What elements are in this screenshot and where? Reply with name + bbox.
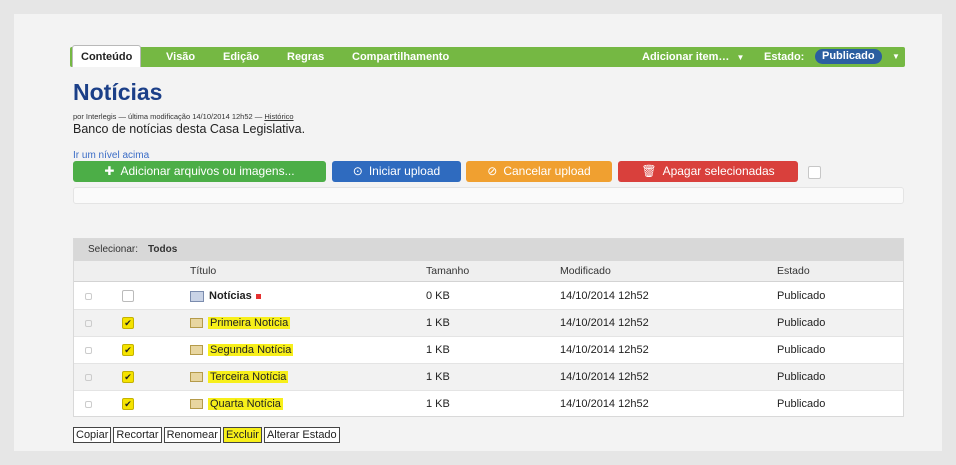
cancel-upload-button[interactable]: ⊘ Cancelar upload	[466, 161, 612, 182]
status-marker-icon	[255, 293, 261, 299]
state-label: Estado:	[764, 51, 805, 63]
start-upload-button[interactable]: ⊙ Iniciar upload	[332, 161, 461, 182]
file-table: Selecionar: Todos Título Tamanho Modific…	[73, 238, 904, 417]
select-all-link[interactable]: Todos	[148, 239, 177, 261]
row-title-text: Notícias	[209, 290, 252, 302]
page-title: Notícias	[73, 79, 163, 105]
cancel-icon: ⊘	[487, 164, 498, 178]
drag-handle-icon[interactable]	[85, 374, 92, 381]
state-chevron-icon[interactable]: ▼	[892, 47, 900, 67]
toolbar: Conteúdo Visão Edição Regras Compartilha…	[70, 45, 905, 67]
row-modified: 14/10/2014 12h52	[560, 290, 649, 302]
trash-icon: 🗑	[641, 164, 657, 178]
row-state: Publicado	[777, 398, 826, 410]
plus-icon: ✚	[104, 164, 115, 178]
start-upload-label: Iniciar upload	[368, 164, 441, 178]
byline: por Interlegis — última modificação 14/1…	[73, 112, 294, 121]
cancel-upload-label: Cancelar upload	[503, 164, 591, 178]
upload-icon: ⊙	[352, 164, 363, 178]
drag-handle-icon[interactable]	[85, 347, 92, 354]
change-state-button[interactable]: Alterar Estado	[263, 427, 340, 443]
row-size: 1 KB	[426, 398, 450, 410]
up-level-link[interactable]: Ir um nível acima	[73, 150, 149, 161]
row-title[interactable]: Quarta Notícia	[190, 391, 283, 417]
tab-regras[interactable]: Regras	[287, 47, 324, 67]
drag-handle-icon[interactable]	[85, 401, 92, 408]
tab-conteudo[interactable]: Conteúdo	[72, 45, 142, 67]
action-bar: Copiar Recortar Renomear Excluir Alterar Est…	[73, 427, 342, 443]
row-title-text: Segunda Notícia	[208, 344, 294, 356]
row-checkbox[interactable]: ✔	[122, 398, 134, 410]
delete-selected-button[interactable]: 🗑 Apagar selecionadas	[618, 161, 798, 182]
tab-visao[interactable]: Visão	[166, 47, 195, 67]
drag-handle-icon[interactable]	[85, 293, 92, 300]
add-files-label: Adicionar arquivos ou imagens...	[120, 164, 295, 178]
table-row[interactable]: ✔ Terceira Notícia 1 KB 14/10/2014 12h52…	[74, 364, 903, 391]
row-size: 1 KB	[426, 317, 450, 329]
state-badge[interactable]: Publicado	[815, 49, 882, 64]
add-item-menu[interactable]: Adicionar item… ▼	[642, 47, 744, 67]
add-files-button[interactable]: ✚ Adicionar arquivos ou imagens...	[73, 161, 326, 182]
row-title[interactable]: Segunda Notícia	[190, 337, 294, 363]
news-item-icon	[190, 372, 203, 383]
select-row: Selecionar: Todos	[74, 239, 903, 261]
row-title[interactable]: Primeira Notícia	[190, 310, 291, 336]
byline-text: por Interlegis — última modificação 14/1…	[73, 112, 263, 121]
row-title[interactable]: Terceira Notícia	[190, 364, 289, 390]
header-tamanho[interactable]: Tamanho	[426, 261, 469, 281]
tab-edicao[interactable]: Edição	[223, 47, 259, 67]
header-estado[interactable]: Estado	[777, 261, 810, 281]
row-checkbox[interactable]: ✔	[122, 317, 134, 329]
row-size: 0 KB	[426, 290, 450, 302]
row-state: Publicado	[777, 344, 826, 356]
delete-button[interactable]: Excluir	[222, 427, 262, 443]
tab-compartilhamento[interactable]: Compartilhamento	[352, 47, 449, 67]
copy-button[interactable]: Copiar	[73, 427, 112, 443]
drag-handle-icon[interactable]	[85, 320, 92, 327]
table-row[interactable]: Notícias 0 KB 14/10/2014 12h52 Publicado	[74, 283, 903, 310]
table-row[interactable]: ✔ Primeira Notícia 1 KB 14/10/2014 12h52…	[74, 310, 903, 337]
row-title-text: Quarta Notícia	[208, 398, 283, 410]
add-item-label: Adicionar item…	[642, 51, 730, 63]
row-modified: 14/10/2014 12h52	[560, 317, 649, 329]
row-modified: 14/10/2014 12h52	[560, 371, 649, 383]
table-row[interactable]: ✔ Quarta Notícia 1 KB 14/10/2014 12h52 P…	[74, 391, 903, 417]
news-item-icon	[190, 399, 203, 410]
header-modificado[interactable]: Modificado	[560, 261, 611, 281]
row-size: 1 KB	[426, 371, 450, 383]
news-item-icon	[190, 318, 203, 329]
row-state: Publicado	[777, 371, 826, 383]
row-state: Publicado	[777, 290, 826, 302]
delete-selected-label: Apagar selecionadas	[662, 164, 775, 178]
select-label: Selecionar:	[88, 244, 139, 255]
row-state: Publicado	[777, 317, 826, 329]
header-titulo[interactable]: Título	[190, 261, 216, 281]
row-modified: 14/10/2014 12h52	[560, 344, 649, 356]
row-checkbox[interactable]: ✔	[122, 344, 134, 356]
history-link[interactable]: Histórico	[264, 112, 293, 121]
select-all-checkbox[interactable]	[808, 166, 821, 179]
row-title-text: Terceira Notícia	[208, 371, 289, 383]
folder-icon	[190, 290, 204, 302]
rename-button[interactable]: Renomear	[163, 427, 221, 443]
row-checkbox[interactable]	[122, 290, 134, 302]
row-modified: 14/10/2014 12h52	[560, 398, 649, 410]
chevron-down-icon: ▼	[736, 53, 745, 62]
row-size: 1 KB	[426, 344, 450, 356]
page-description: Banco de notícias desta Casa Legislativa…	[73, 122, 306, 136]
table-row[interactable]: ✔ Segunda Notícia 1 KB 14/10/2014 12h52 …	[74, 337, 903, 364]
upload-progress-bar	[73, 187, 904, 204]
row-checkbox[interactable]: ✔	[122, 371, 134, 383]
row-title-text: Primeira Notícia	[208, 317, 291, 329]
cut-button[interactable]: Recortar	[113, 427, 162, 443]
table-header: Título Tamanho Modificado Estado	[74, 261, 903, 282]
row-title[interactable]: Notícias	[190, 283, 261, 309]
news-item-icon	[190, 345, 203, 356]
